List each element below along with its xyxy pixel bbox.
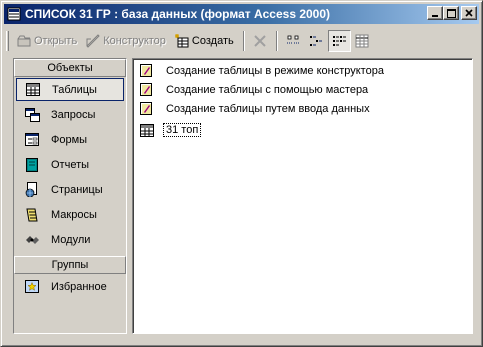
page-icon — [24, 182, 40, 198]
close-icon — [465, 9, 473, 17]
close-button[interactable] — [461, 6, 477, 20]
list-item[interactable]: Создание таблицы в режиме конструктора — [139, 62, 384, 80]
create-label: Создать — [191, 35, 234, 47]
table-icon — [139, 122, 155, 138]
list-item[interactable]: Создание таблицы с помощью мастера — [139, 81, 368, 99]
objects-header[interactable]: Объекты — [14, 59, 126, 77]
sidebar-item-label: Модули — [51, 233, 91, 246]
sidebar-item-reports[interactable]: Отчеты — [16, 152, 124, 177]
delete-button[interactable] — [249, 30, 272, 52]
groups-header[interactable]: Группы — [14, 256, 126, 274]
design-shortcut-icon — [139, 63, 155, 79]
list-item-label: Создание таблицы путем ввода данных — [166, 103, 370, 115]
list-item[interactable]: 31 топ — [139, 121, 202, 139]
open-button[interactable]: Открыть — [13, 30, 80, 52]
small-icons-button[interactable] — [305, 30, 328, 52]
database-icon — [6, 6, 22, 22]
form-icon — [24, 132, 40, 148]
delete-icon — [254, 35, 266, 47]
database-window: СПИСОК 31 ГР : база данных (формат Acces… — [0, 0, 483, 347]
sidebar-item-tables[interactable]: Таблицы — [16, 78, 124, 101]
sidebar-item-macros[interactable]: Макросы — [16, 202, 124, 227]
design-label: Конструктор — [103, 35, 166, 47]
open-icon — [17, 35, 31, 47]
list-view-icon — [333, 36, 347, 46]
module-icon — [24, 232, 40, 248]
sidebar-item-label: Формы — [51, 133, 88, 146]
toolbar-grip[interactable] — [6, 31, 9, 51]
window-title: СПИСОК 31 ГР : база данных (формат Acces… — [25, 7, 331, 21]
list-item-label: 31 топ — [163, 123, 202, 137]
large-icons-icon — [287, 35, 300, 44]
create-button[interactable]: Создать — [171, 30, 237, 52]
sidebar-item-forms[interactable]: Формы — [16, 127, 124, 152]
favorites-icon — [24, 279, 40, 295]
sidebar-item-queries[interactable]: Запросы — [16, 102, 124, 127]
title-bar[interactable]: СПИСОК 31 ГР : база данных (формат Acces… — [4, 4, 479, 24]
list-item-label: Создание таблицы с помощью мастера — [166, 84, 369, 96]
query-icon — [24, 107, 40, 123]
report-icon — [24, 157, 40, 173]
wizard-shortcut-icon — [139, 82, 155, 98]
open-label: Открыть — [34, 35, 78, 47]
datasheet-shortcut-icon — [139, 101, 155, 117]
sidebar-item-pages[interactable]: Страницы — [16, 177, 124, 202]
sidebar-item-label: Макросы — [51, 208, 97, 221]
details-view-icon — [355, 34, 369, 48]
sidebar-item-label: Таблицы — [52, 83, 97, 96]
objects-list: Создание таблицы в режиме конструктора С… — [132, 58, 473, 334]
design-ruler-icon — [86, 34, 100, 48]
objects-bar: Объекты Таблицы Запросы Формы Отчеты Стр… — [13, 58, 127, 334]
large-icons-button[interactable] — [282, 30, 305, 52]
sidebar-item-label: Страницы — [51, 183, 103, 196]
sidebar-item-label: Избранное — [51, 280, 107, 293]
sidebar-item-modules[interactable]: Модули — [16, 227, 124, 252]
sidebar-item-label: Отчеты — [51, 158, 90, 171]
details-view-button[interactable] — [351, 30, 374, 52]
toolbar-separator — [275, 31, 278, 51]
list-item-label: Создание таблицы в режиме конструктора — [166, 65, 384, 77]
sidebar-item-label: Запросы — [51, 108, 96, 121]
toolbar: Открыть Конструктор Создать — [6, 28, 478, 54]
minimize-icon — [432, 15, 438, 17]
small-icons-icon — [310, 36, 323, 46]
list-view-button[interactable] — [327, 30, 351, 52]
maximize-icon — [446, 8, 456, 18]
minimize-button[interactable] — [427, 6, 443, 20]
list-item[interactable]: Создание таблицы путем ввода данных — [139, 100, 370, 118]
table-icon — [25, 82, 41, 98]
sidebar-item-favorites[interactable]: Избранное — [16, 274, 124, 299]
create-icon — [174, 34, 189, 48]
design-button[interactable]: Конструктор — [82, 30, 169, 52]
maximize-button[interactable] — [443, 6, 459, 20]
macro-icon — [24, 207, 40, 223]
toolbar-separator — [242, 31, 245, 51]
